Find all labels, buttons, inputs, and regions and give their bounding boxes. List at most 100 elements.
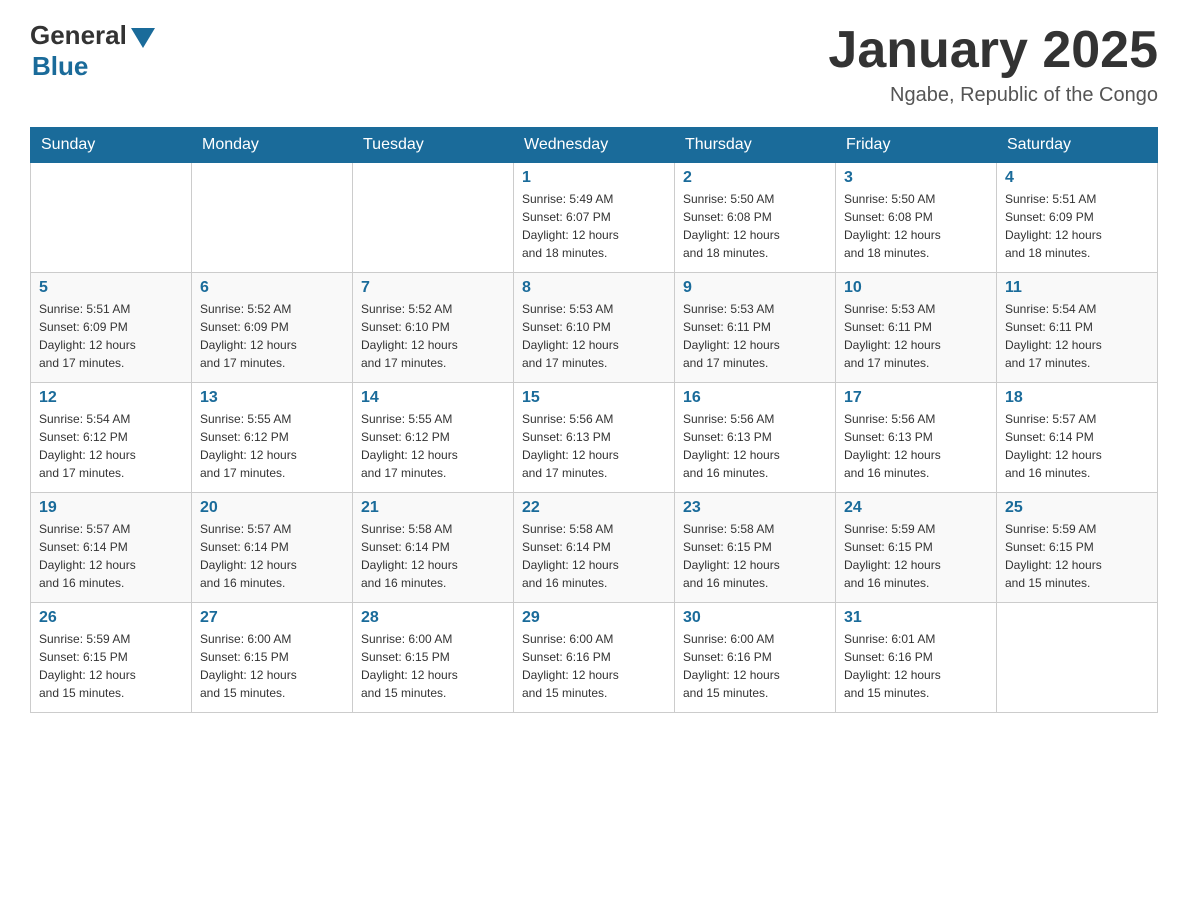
day-info: Sunrise: 6:01 AM Sunset: 6:16 PM Dayligh…	[844, 630, 988, 702]
day-number: 5	[39, 279, 183, 297]
day-number: 11	[1005, 279, 1149, 297]
calendar-table: SundayMondayTuesdayWednesdayThursdayFrid…	[30, 127, 1158, 713]
calendar-cell: 13Sunrise: 5:55 AM Sunset: 6:12 PM Dayli…	[192, 383, 353, 493]
calendar-cell: 11 Sunrise: 5:54 AM Sunset: 6:11 PM Dayli…	[997, 273, 1158, 383]
calendar-week-row: 5 Sunrise: 5:51 AM Sunset: 6:09 PM Daylig…	[31, 273, 1158, 383]
calendar-cell: 21 Sunrise: 5:58 AM Sunset: 6:14 PM Dayli…	[353, 493, 514, 603]
day-info: Sunrise: 5:57 AM Sunset: 6:14 PM Dayligh…	[200, 520, 344, 592]
calendar-cell: 17 Sunrise: 5:56 AM Sunset: 6:13 PM Dayli…	[836, 383, 997, 493]
calendar-day-header: Friday	[836, 128, 997, 163]
calendar-cell: 28Sunrise: 6:00 AM Sunset: 6:15 PM Dayli…	[353, 603, 514, 713]
day-number: 23	[683, 499, 827, 517]
calendar-week-row: 12Sunrise: 5:54 AM Sunset: 6:12 PM Dayli…	[31, 383, 1158, 493]
day-number: 13	[200, 389, 344, 407]
calendar-day-header: Sunday	[31, 128, 192, 163]
day-number: 4	[1005, 169, 1149, 187]
day-info: Sunrise: 5:52 AM Sunset: 6:10 PM Dayligh…	[361, 300, 505, 372]
calendar-cell: 27 Sunrise: 6:00 AM Sunset: 6:15 PM Dayli…	[192, 603, 353, 713]
day-info: Sunrise: 5:57 AM Sunset: 6:14 PM Dayligh…	[39, 520, 183, 592]
calendar-cell: 5 Sunrise: 5:51 AM Sunset: 6:09 PM Daylig…	[31, 273, 192, 383]
day-number: 16	[683, 389, 827, 407]
calendar-day-header: Monday	[192, 128, 353, 163]
logo-blue-text: Blue	[32, 51, 88, 82]
calendar-header-row: SundayMondayTuesdayWednesdayThursdayFrid…	[31, 128, 1158, 163]
day-number: 21	[361, 499, 505, 517]
calendar-cell	[997, 603, 1158, 713]
calendar-cell: 19 Sunrise: 5:57 AM Sunset: 6:14 PM Dayli…	[31, 493, 192, 603]
calendar-week-row: 26 Sunrise: 5:59 AM Sunset: 6:15 PM Dayli…	[31, 603, 1158, 713]
day-info: Sunrise: 5:52 AM Sunset: 6:09 PM Dayligh…	[200, 300, 344, 372]
calendar-cell: 4 Sunrise: 5:51 AM Sunset: 6:09 PM Daylig…	[997, 163, 1158, 273]
calendar-cell: 25Sunrise: 5:59 AM Sunset: 6:15 PM Dayli…	[997, 493, 1158, 603]
day-number: 2	[683, 169, 827, 187]
day-info: Sunrise: 5:50 AM Sunset: 6:08 PM Dayligh…	[683, 190, 827, 262]
day-number: 31	[844, 609, 988, 627]
calendar-cell: 12Sunrise: 5:54 AM Sunset: 6:12 PM Dayli…	[31, 383, 192, 493]
day-number: 20	[200, 499, 344, 517]
day-info: Sunrise: 5:59 AM Sunset: 6:15 PM Dayligh…	[39, 630, 183, 702]
day-info: Sunrise: 5:54 AM Sunset: 6:11 PM Dayligh…	[1005, 300, 1149, 372]
calendar-cell: 23 Sunrise: 5:58 AM Sunset: 6:15 PM Dayli…	[675, 493, 836, 603]
calendar-cell: 30 Sunrise: 6:00 AM Sunset: 6:16 PM Dayli…	[675, 603, 836, 713]
day-info: Sunrise: 5:49 AM Sunset: 6:07 PM Dayligh…	[522, 190, 666, 262]
day-number: 30	[683, 609, 827, 627]
calendar-cell: 16 Sunrise: 5:56 AM Sunset: 6:13 PM Dayli…	[675, 383, 836, 493]
day-number: 8	[522, 279, 666, 297]
calendar-cell: 2 Sunrise: 5:50 AM Sunset: 6:08 PM Daylig…	[675, 163, 836, 273]
calendar-week-row: 1Sunrise: 5:49 AM Sunset: 6:07 PM Daylig…	[31, 163, 1158, 273]
calendar-cell: 7 Sunrise: 5:52 AM Sunset: 6:10 PM Daylig…	[353, 273, 514, 383]
day-number: 17	[844, 389, 988, 407]
day-info: Sunrise: 6:00 AM Sunset: 6:16 PM Dayligh…	[522, 630, 666, 702]
day-number: 14	[361, 389, 505, 407]
calendar-cell	[31, 163, 192, 273]
day-number: 19	[39, 499, 183, 517]
day-number: 26	[39, 609, 183, 627]
day-info: Sunrise: 5:50 AM Sunset: 6:08 PM Dayligh…	[844, 190, 988, 262]
day-info: Sunrise: 6:00 AM Sunset: 6:15 PM Dayligh…	[200, 630, 344, 702]
day-info: Sunrise: 5:53 AM Sunset: 6:11 PM Dayligh…	[683, 300, 827, 372]
day-number: 27	[200, 609, 344, 627]
calendar-cell: 15Sunrise: 5:56 AM Sunset: 6:13 PM Dayli…	[514, 383, 675, 493]
day-info: Sunrise: 5:53 AM Sunset: 6:10 PM Dayligh…	[522, 300, 666, 372]
day-info: Sunrise: 5:55 AM Sunset: 6:12 PM Dayligh…	[361, 410, 505, 482]
day-info: Sunrise: 5:59 AM Sunset: 6:15 PM Dayligh…	[844, 520, 988, 592]
day-number: 18	[1005, 389, 1149, 407]
calendar-cell: 1Sunrise: 5:49 AM Sunset: 6:07 PM Daylig…	[514, 163, 675, 273]
calendar-cell: 26 Sunrise: 5:59 AM Sunset: 6:15 PM Dayli…	[31, 603, 192, 713]
calendar-cell: 10Sunrise: 5:53 AM Sunset: 6:11 PM Dayli…	[836, 273, 997, 383]
day-number: 7	[361, 279, 505, 297]
day-info: Sunrise: 6:00 AM Sunset: 6:15 PM Dayligh…	[361, 630, 505, 702]
calendar-cell: 29Sunrise: 6:00 AM Sunset: 6:16 PM Dayli…	[514, 603, 675, 713]
month-title: January 2025	[828, 20, 1158, 80]
calendar-cell	[353, 163, 514, 273]
day-info: Sunrise: 5:58 AM Sunset: 6:14 PM Dayligh…	[522, 520, 666, 592]
day-info: Sunrise: 5:51 AM Sunset: 6:09 PM Dayligh…	[39, 300, 183, 372]
day-info: Sunrise: 5:56 AM Sunset: 6:13 PM Dayligh…	[522, 410, 666, 482]
logo-general-text: General	[30, 20, 127, 51]
logo-arrow-icon	[131, 28, 155, 48]
day-info: Sunrise: 5:58 AM Sunset: 6:15 PM Dayligh…	[683, 520, 827, 592]
day-number: 6	[200, 279, 344, 297]
calendar-day-header: Wednesday	[514, 128, 675, 163]
day-info: Sunrise: 5:59 AM Sunset: 6:15 PM Dayligh…	[1005, 520, 1149, 592]
calendar-cell: 14 Sunrise: 5:55 AM Sunset: 6:12 PM Dayli…	[353, 383, 514, 493]
calendar-day-header: Tuesday	[353, 128, 514, 163]
day-info: Sunrise: 5:56 AM Sunset: 6:13 PM Dayligh…	[844, 410, 988, 482]
day-number: 9	[683, 279, 827, 297]
day-info: Sunrise: 6:00 AM Sunset: 6:16 PM Dayligh…	[683, 630, 827, 702]
location-text: Ngabe, Republic of the Congo	[828, 84, 1158, 107]
title-block: January 2025 Ngabe, Republic of the Cong…	[828, 20, 1158, 107]
calendar-cell: 31 Sunrise: 6:01 AM Sunset: 6:16 PM Dayli…	[836, 603, 997, 713]
day-number: 24	[844, 499, 988, 517]
calendar-cell: 18 Sunrise: 5:57 AM Sunset: 6:14 PM Dayli…	[997, 383, 1158, 493]
calendar-cell: 20 Sunrise: 5:57 AM Sunset: 6:14 PM Dayli…	[192, 493, 353, 603]
page-header: General Blue January 2025 Ngabe, Republi…	[30, 20, 1158, 107]
day-info: Sunrise: 5:57 AM Sunset: 6:14 PM Dayligh…	[1005, 410, 1149, 482]
day-info: Sunrise: 5:58 AM Sunset: 6:14 PM Dayligh…	[361, 520, 505, 592]
calendar-cell: 6 Sunrise: 5:52 AM Sunset: 6:09 PM Daylig…	[192, 273, 353, 383]
calendar-cell	[192, 163, 353, 273]
day-number: 10	[844, 279, 988, 297]
day-info: Sunrise: 5:51 AM Sunset: 6:09 PM Dayligh…	[1005, 190, 1149, 262]
logo: General Blue	[30, 20, 155, 82]
day-info: Sunrise: 5:56 AM Sunset: 6:13 PM Dayligh…	[683, 410, 827, 482]
